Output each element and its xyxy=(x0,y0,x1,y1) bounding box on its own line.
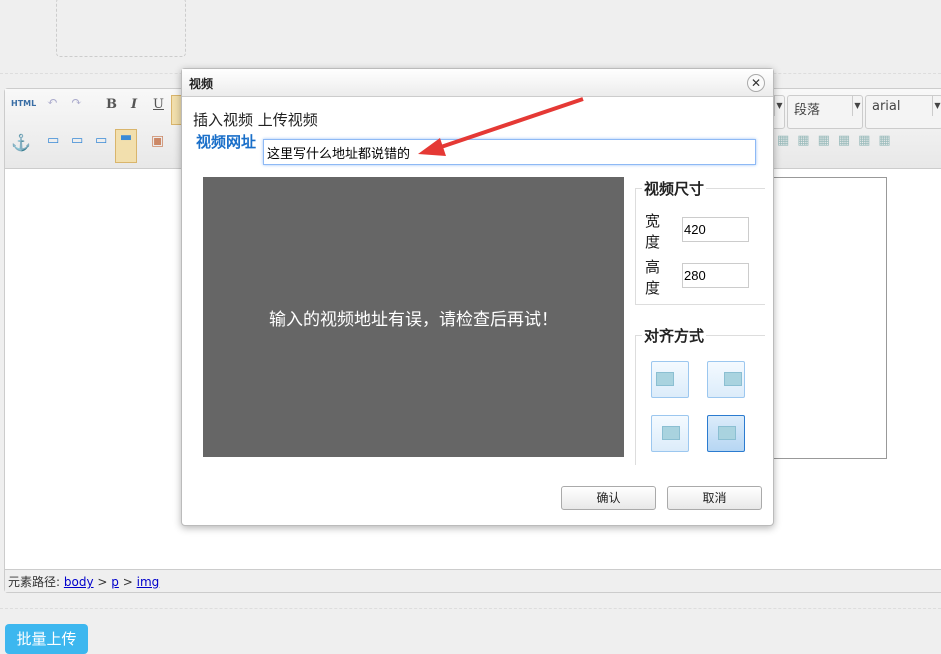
arrow-shaft xyxy=(437,97,584,150)
arrow-head xyxy=(418,138,446,156)
annotation-arrow xyxy=(418,97,584,156)
